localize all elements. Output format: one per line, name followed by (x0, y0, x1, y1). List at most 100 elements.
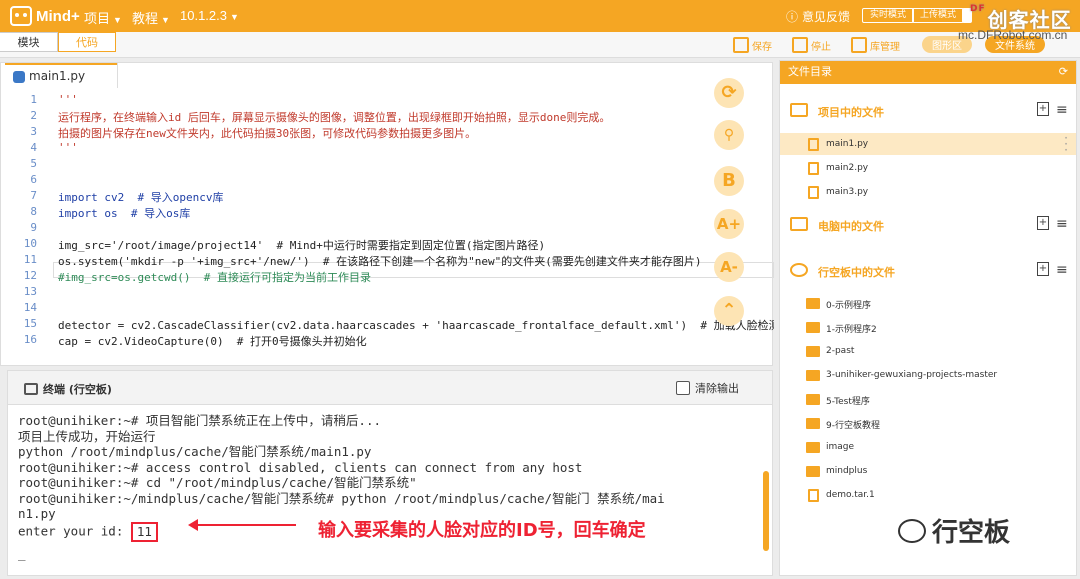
code-line: 4 ''' (1, 141, 774, 157)
app-name: Mind+ (36, 7, 80, 25)
folder-item[interactable]: 5-Test程序 (780, 388, 1076, 410)
stop-icon (792, 37, 808, 53)
folder-icon (806, 418, 820, 429)
feedback-link[interactable]: ⓘ 意见反馈 (786, 8, 850, 25)
wechat-icon (898, 518, 926, 543)
code-line: 13 (1, 285, 774, 301)
line-number: 2 (30, 109, 37, 122)
terminal-scrollbar[interactable] (763, 471, 769, 551)
code-line: 10 img_src='/root/image/project14' # Mind… (1, 237, 774, 253)
chevron-down-icon: ▼ (230, 12, 239, 22)
code-line: 6 (1, 173, 774, 189)
tab-blocks[interactable]: 模块 (0, 32, 58, 52)
more-icon[interactable]: · · · (1064, 132, 1068, 156)
code-text: detector = cv2.CascadeClassifier(cv2.dat… (58, 319, 774, 332)
terminal-line: root@unihiker:~# 项目智能门禁系统正在上传中，请稍后... (18, 413, 382, 428)
chevron-down-icon: ▼ (161, 15, 170, 25)
stop-button[interactable]: 停止 (792, 35, 831, 55)
code-text: ''' (58, 141, 78, 154)
menu-icon[interactable]: ≡ (1056, 262, 1068, 278)
folder-item[interactable]: image (780, 436, 1076, 458)
add-file-icon[interactable]: + (1037, 262, 1049, 276)
code-text: os.system('mkdir -p '+img_src+'/new/') #… (58, 255, 702, 268)
annotation-text: 输入要采集的人脸对应的ID号，回车确定 (318, 520, 646, 541)
file-item-main2[interactable]: main2.py (780, 157, 1076, 179)
file-item[interactable]: demo.tar.1 (780, 484, 1076, 506)
robot-icon (10, 6, 32, 26)
folder-icon (806, 322, 820, 333)
file-tab-main1[interactable]: main1.py (5, 63, 117, 88)
tab-code[interactable]: 代码 (58, 32, 116, 52)
menu-project[interactable]: 项目 ▼ (84, 8, 122, 27)
folder-item[interactable]: 0-示例程序 (780, 292, 1076, 314)
terminal-icon (24, 383, 38, 395)
save-button[interactable]: 保存 (733, 35, 772, 55)
terminal-cursor: _ (18, 545, 26, 561)
line-number: 14 (23, 301, 37, 314)
section-computer-files[interactable]: 电脑中的文件 + ≡ (780, 215, 1076, 235)
folder-item[interactable]: 9-行空板教程 (780, 412, 1076, 434)
terminal-line: root@unihiker:~/mindplus/cache/智能门禁系统# p… (18, 490, 665, 506)
broom-icon (676, 381, 690, 395)
code-text: 运行程序，在终端输入id 后回车，屏幕显示摄像头的图像，调整位置，出现绿框即开始… (58, 111, 611, 124)
library-button[interactable]: 库管理 (851, 35, 900, 55)
file-icon (808, 186, 819, 199)
question-icon: ⓘ (786, 10, 799, 24)
terminal-line: python /root/mindplus/cache/智能门禁系统/main1… (18, 444, 372, 459)
line-number: 3 (30, 125, 37, 138)
file-item-main1[interactable]: main1.py · · · (780, 132, 1076, 156)
folder-item[interactable]: 3-unihiker-gewuxiang-projects-master (780, 364, 1076, 386)
folder-item[interactable]: 2-past (780, 340, 1076, 362)
folder-icon (790, 103, 808, 117)
refresh-icon[interactable]: ⟳ (1059, 61, 1068, 83)
arrow-icon (188, 519, 296, 531)
site-url: mc.DFRobot.com.cn (958, 28, 1068, 42)
menu-tutorial[interactable]: 教程 ▼ (132, 8, 170, 27)
search-icon[interactable]: ⚲ (714, 120, 744, 150)
menu-version[interactable]: 10.1.2.3 ▼ (180, 8, 239, 23)
id-input[interactable]: 11 (130, 521, 158, 542)
code-line: 1 ''' (1, 93, 774, 109)
terminal-title: 终端 (行空板) (24, 381, 112, 397)
folder-item[interactable]: mindplus (780, 460, 1076, 482)
code-text: img_src='/root/image/project14' # Mind+中… (58, 239, 546, 252)
code-line: 3 拍摄的图片保存在new文件夹内，此代码拍摄30张图，可修改代码参数拍摄更多图片… (1, 125, 774, 141)
folder-icon (806, 298, 820, 309)
line-number: 8 (30, 205, 37, 218)
folder-item[interactable]: 1-示例程序2 (780, 316, 1076, 338)
line-number: 12 (23, 269, 37, 282)
font-increase-icon[interactable]: A+ (714, 209, 744, 239)
terminal-panel: 终端 (行空板) 清除输出 root@unihiker:~# 项目智能门禁系统正… (7, 370, 773, 576)
terminal-line: root@unihiker:~# access control disabled… (18, 459, 583, 475)
add-file-icon[interactable]: + (1037, 102, 1049, 116)
code-area[interactable]: 1 ''' 2 运行程序，在终端输入id 后回车，屏幕显示摄像头的图像，调整位置，出现… (1, 91, 774, 367)
code-line: 14 (1, 301, 774, 317)
bold-icon[interactable]: B (714, 166, 744, 196)
toolbar: 模块 代码 保存 停止 库管理 图形区 文件系统 (0, 32, 1080, 58)
file-item-main3[interactable]: main3.py (780, 181, 1076, 203)
file-directory-header: 文件目录 ⟳ (780, 61, 1076, 84)
board-icon (790, 263, 808, 277)
id-prompt: enter your id: (18, 523, 124, 538)
chevron-down-icon: ▼ (113, 15, 122, 25)
mode-upload[interactable]: 上传模式 (912, 8, 965, 23)
mode-realtime[interactable]: 实时模式 (862, 8, 915, 23)
add-file-icon[interactable]: + (1037, 216, 1049, 230)
code-line: 15 detector = cv2.CascadeClassifier(cv2.d… (1, 317, 774, 333)
clear-output-button[interactable]: 清除输出 (676, 380, 739, 396)
line-number: 1 (30, 93, 37, 106)
collapse-icon[interactable]: ⌃ (714, 296, 744, 326)
terminal-line: 项目上传成功，开始运行 (18, 428, 156, 444)
code-line: 16 cap = cv2.VideoCapture(0) # 打开0号摄像头并初始… (1, 333, 774, 349)
monitor-icon (790, 217, 808, 231)
code-line: 7 import cv2 # 导入opencv库 (1, 189, 774, 205)
font-decrease-icon[interactable]: A- (714, 252, 744, 282)
folder-icon (806, 370, 820, 381)
file-icon (808, 138, 819, 151)
menu-icon[interactable]: ≡ (1056, 102, 1068, 118)
file-icon (808, 162, 819, 175)
menu-icon[interactable]: ≡ (1056, 216, 1068, 232)
refresh-icon[interactable]: ⟳ (714, 78, 744, 108)
section-board-files[interactable]: 行空板中的文件 + ≡ (780, 261, 1076, 281)
section-project-files[interactable]: 项目中的文件 + ≡ (780, 101, 1076, 121)
